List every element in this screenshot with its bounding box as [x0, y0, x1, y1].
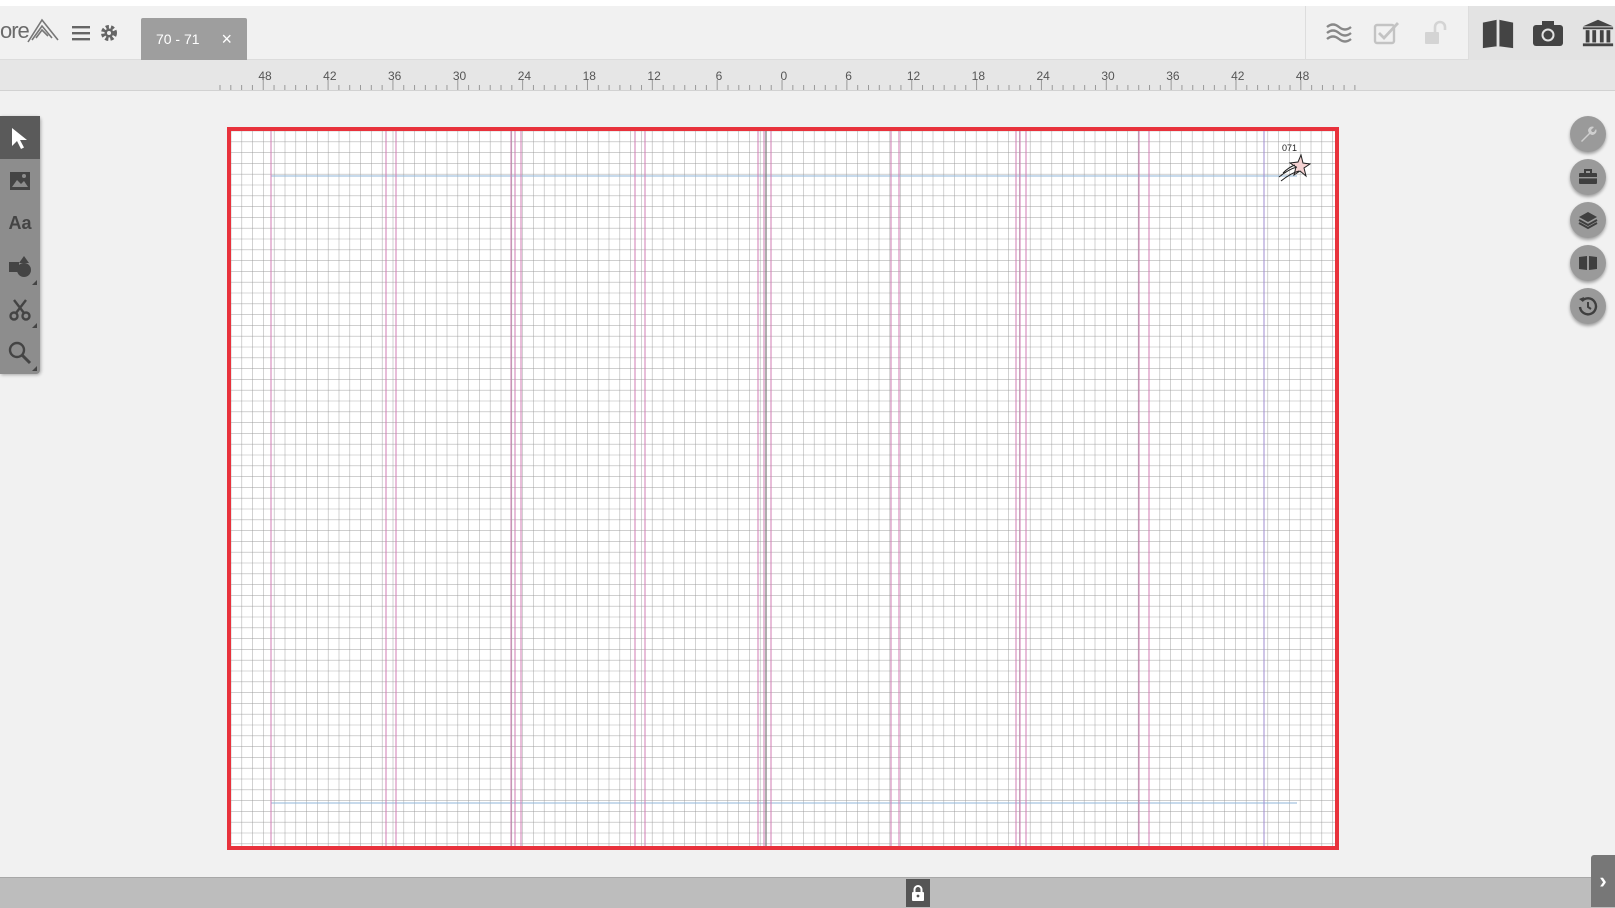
- top-bar: ore 70 - 71 ×: [0, 0, 1615, 60]
- top-right-group-view: [1468, 6, 1615, 60]
- zoom-tool-button[interactable]: [0, 331, 40, 374]
- tab-spread-70-71[interactable]: 70 - 71 ×: [141, 18, 247, 60]
- shapes-icon: [9, 255, 31, 277]
- logo-text: ore: [0, 18, 30, 43]
- ruler-label: 18: [971, 69, 986, 83]
- scissors-icon: [9, 298, 31, 321]
- ruler-label: 36: [1166, 69, 1180, 83]
- star-swoosh-icon[interactable]: [1277, 151, 1311, 185]
- ruler-label: 24: [517, 69, 532, 83]
- ruler-label: 48: [1295, 69, 1310, 83]
- library-icon[interactable]: [1581, 16, 1615, 50]
- waves-icon[interactable]: [1322, 16, 1356, 50]
- logo-swoosh-icon: [27, 18, 59, 43]
- history-icon: [1578, 297, 1598, 316]
- toolbox-button[interactable]: [1570, 159, 1606, 195]
- pointer-icon: [12, 127, 27, 149]
- book-view-button[interactable]: [1570, 245, 1606, 281]
- open-book-icon[interactable]: [1481, 16, 1515, 50]
- cut-tool-button[interactable]: [0, 288, 40, 331]
- bottom-bar: [0, 877, 1615, 908]
- page-spread-canvas[interactable]: 071: [227, 127, 1339, 850]
- ruler-label: 6: [715, 69, 723, 83]
- wrench-button[interactable]: [1570, 116, 1606, 152]
- wrench-icon: [1581, 126, 1597, 142]
- select-tool-button[interactable]: [0, 116, 40, 159]
- hamburger-menu-icon[interactable]: [70, 22, 92, 44]
- ruler-label: 24: [1036, 69, 1050, 83]
- ruler-label: 0: [780, 69, 788, 83]
- text-tool-button[interactable]: Aa: [0, 202, 40, 245]
- lock-button[interactable]: [906, 879, 930, 907]
- ruler-label: 42: [323, 69, 337, 83]
- unlock-icon[interactable]: [1418, 16, 1452, 50]
- lock-icon: [912, 885, 924, 901]
- horizontal-ruler[interactable]: 48 42 36 30 24 18 12 6 0 6 12 18 24 30 36 42 48: [0, 60, 1615, 91]
- chevron-right-icon: ›: [1599, 868, 1607, 893]
- ruler-label: 12: [906, 69, 921, 83]
- ruler-label: 30: [1101, 69, 1115, 83]
- ruler-label: 42: [1231, 69, 1245, 83]
- ruler-ticks: [219, 80, 1356, 90]
- layers-icon: [1578, 212, 1598, 230]
- layers-button[interactable]: [1570, 202, 1606, 238]
- settings-gear-icon[interactable]: [98, 22, 120, 44]
- zoom-icon: [8, 341, 32, 364]
- left-toolbar: Aa: [0, 116, 40, 374]
- tab-label: 70 - 71: [155, 31, 200, 47]
- book-icon: [1579, 256, 1597, 270]
- camera-icon[interactable]: [1531, 16, 1565, 50]
- text-icon: Aa: [8, 213, 32, 233]
- image-tool-button[interactable]: [0, 159, 40, 202]
- app-logo[interactable]: ore: [0, 18, 59, 44]
- image-icon: [10, 171, 30, 190]
- checkbox-icon[interactable]: [1370, 16, 1404, 50]
- baseline-grid: [231, 131, 1335, 846]
- ruler-label: 30: [452, 69, 467, 83]
- shape-tool-button[interactable]: [0, 245, 40, 288]
- ruler-label: 36: [388, 69, 402, 83]
- right-rail: [1570, 116, 1610, 331]
- history-button[interactable]: [1570, 288, 1606, 324]
- ruler-label: 48: [258, 69, 272, 83]
- tab-close-icon[interactable]: ×: [222, 29, 233, 50]
- top-right-tools: [1305, 6, 1615, 60]
- ruler-label: 12: [647, 69, 661, 83]
- next-spread-button[interactable]: ›: [1591, 855, 1615, 907]
- briefcase-icon: [1579, 169, 1597, 184]
- ruler-label: 18: [582, 69, 596, 83]
- ruler-label: 6: [845, 69, 852, 83]
- top-right-group-edit: [1305, 6, 1468, 60]
